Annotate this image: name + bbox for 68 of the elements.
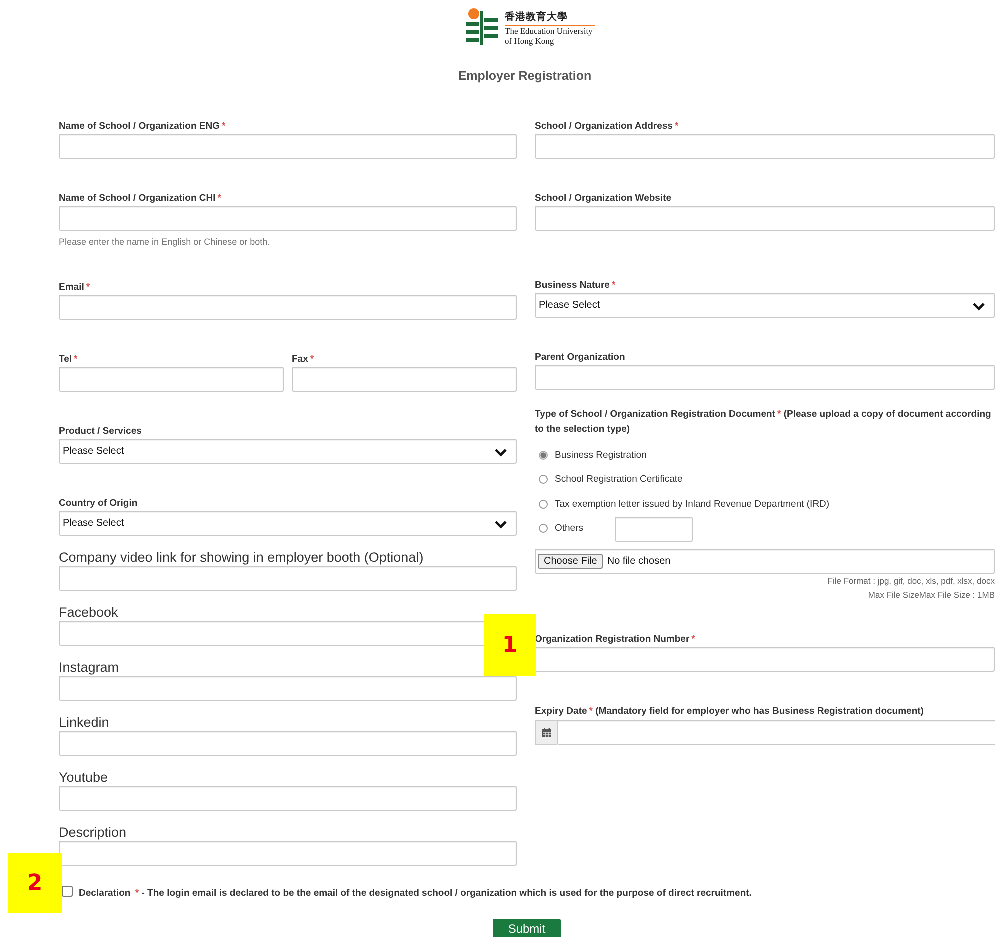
field-label: Description <box>59 824 127 841</box>
radio-button[interactable] <box>539 500 548 509</box>
field-label: Facebook <box>59 604 118 621</box>
file-status: No file chosen <box>607 556 671 567</box>
dropdown[interactable]: Please Select <box>535 293 995 318</box>
input-field[interactable] <box>59 367 284 392</box>
file-note: File Format : jpg, gif, doc, xls, pdf, xlsx, docx <box>828 575 995 588</box>
field-label: Instagram <box>59 659 120 676</box>
field-label: Fax * <box>292 353 314 367</box>
field-label: Business Nature * <box>535 279 616 293</box>
calendar-icon <box>542 728 552 738</box>
logo-icon <box>464 7 500 45</box>
dropdown[interactable]: Please Select <box>59 511 517 536</box>
logo-chinese-name: 香港教育大學 <box>505 10 595 26</box>
chevron-icon <box>494 518 508 528</box>
field-label: Organization Registration Number * <box>535 633 696 647</box>
input-field[interactable] <box>59 206 517 231</box>
page-title: Employer Registration <box>458 69 592 83</box>
declaration-text: Declaration * - The login email is declared to be the email of the designated school / organization which is used for the purpose of direct recruitment. <box>79 888 752 899</box>
radio-label: Business Registration <box>555 450 647 461</box>
field-label: Country of Origin <box>59 497 138 511</box>
field-label: Type of School / Organization Registration Document * (Please upload a copy of document according to the selection type) <box>535 408 992 437</box>
callout-tooltip: 2 <box>8 853 62 913</box>
chevron-icon <box>494 446 508 456</box>
input-field[interactable] <box>614 517 693 542</box>
input-field[interactable] <box>292 367 517 392</box>
field-label: Expiry Date * (Mandatory field for employer who has Business Registration document) <box>535 705 924 719</box>
radio-button[interactable] <box>539 475 548 484</box>
dropdown[interactable]: Please Select <box>59 439 517 464</box>
input-field[interactable] <box>59 731 517 756</box>
calendar-addon[interactable] <box>535 720 557 745</box>
input-field[interactable] <box>59 786 517 811</box>
radio-label: School Registration Certificate <box>555 474 683 486</box>
input-field[interactable] <box>59 134 517 159</box>
checkbox[interactable] <box>62 886 73 897</box>
choose-file-button[interactable]: Choose File <box>538 554 604 569</box>
callout-tooltip: 1 <box>484 614 536 676</box>
hint-text: Please enter the name in English or Chinese or both. <box>59 236 272 248</box>
date-field[interactable] <box>557 720 995 745</box>
logo-english-name: of Hong Kong <box>505 36 556 46</box>
radio-label: Others <box>555 523 584 534</box>
input-field[interactable] <box>535 647 995 672</box>
chevron-icon <box>972 300 986 310</box>
field-label: School / Organization Address * <box>535 120 679 134</box>
input-field[interactable] <box>535 365 995 390</box>
field-label: Product / Services <box>59 425 142 439</box>
field-label: Youtube <box>59 769 108 786</box>
logo-english-name: The Education University <box>505 26 594 36</box>
input-field[interactable] <box>59 841 517 866</box>
input-field[interactable] <box>535 134 995 159</box>
input-field[interactable] <box>59 566 517 591</box>
field-label: Tel * <box>59 353 78 367</box>
field-label: Company video link for showing in employer booth (Optional) <box>59 549 424 566</box>
field-label: Email * <box>59 281 90 295</box>
input-field[interactable] <box>59 295 517 320</box>
input-field[interactable] <box>59 676 517 701</box>
file-note: Max File SizeMax File Size : 1MB <box>868 589 995 602</box>
file-input[interactable]: Choose File No file chosen <box>535 549 995 574</box>
field-label: Name of School / Organization CHI * <box>59 192 222 206</box>
submit-button[interactable]: Submit <box>493 919 561 937</box>
field-label: Parent Organization <box>535 351 626 365</box>
radio-button[interactable] <box>539 524 548 534</box>
radio-label: Tax exemption letter issued by Inland Revenue Department (IRD) <box>555 498 830 510</box>
field-label: Linkedin <box>59 714 110 731</box>
input-field[interactable] <box>535 206 995 231</box>
field-label: Name of School / Organization ENG * <box>59 120 226 134</box>
field-label: School / Organization Website <box>535 192 672 206</box>
radio-button[interactable] <box>539 450 548 460</box>
